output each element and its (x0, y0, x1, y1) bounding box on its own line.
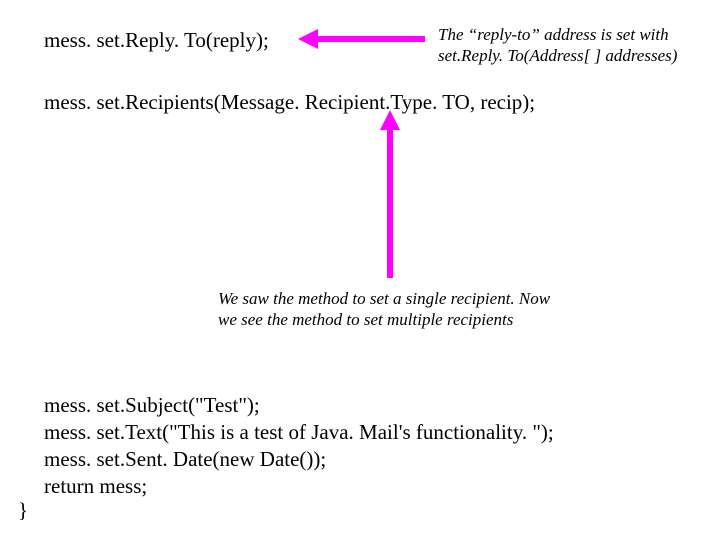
arrow-left-head-icon (298, 29, 318, 49)
code-line-text: mess. set.Text("This is a test of Java. … (44, 419, 554, 446)
code-line-sent-date: mess. set.Sent. Date(new Date()); (44, 446, 554, 473)
annotation-reply-to: The “reply-to” address is set with set.R… (438, 24, 677, 67)
arrow-up-shaft (387, 128, 393, 278)
annotation-reply-to-line1: The “reply-to” address is set with (438, 24, 677, 45)
arrow-left-shaft (315, 36, 425, 42)
annotation-recipients-line1: We saw the method to set a single recipi… (218, 288, 638, 309)
arrow-up-head-icon (380, 110, 400, 130)
code-line-return: return mess; (44, 473, 554, 500)
annotation-recipients-line2: we see the method to set multiple recipi… (218, 309, 638, 330)
code-line-subject: mess. set.Subject("Test"); (44, 392, 554, 419)
code-line-recipients: mess. set.Recipients(Message. Recipient.… (44, 90, 535, 115)
code-line-reply-to: mess. set.Reply. To(reply); (44, 28, 269, 53)
code-close-brace: } (18, 498, 28, 523)
annotation-recipients: We saw the method to set a single recipi… (218, 288, 638, 331)
code-block-bottom: mess. set.Subject("Test"); mess. set.Tex… (44, 392, 554, 500)
annotation-reply-to-line2: set.Reply. To(Address[ ] addresses) (438, 45, 677, 66)
